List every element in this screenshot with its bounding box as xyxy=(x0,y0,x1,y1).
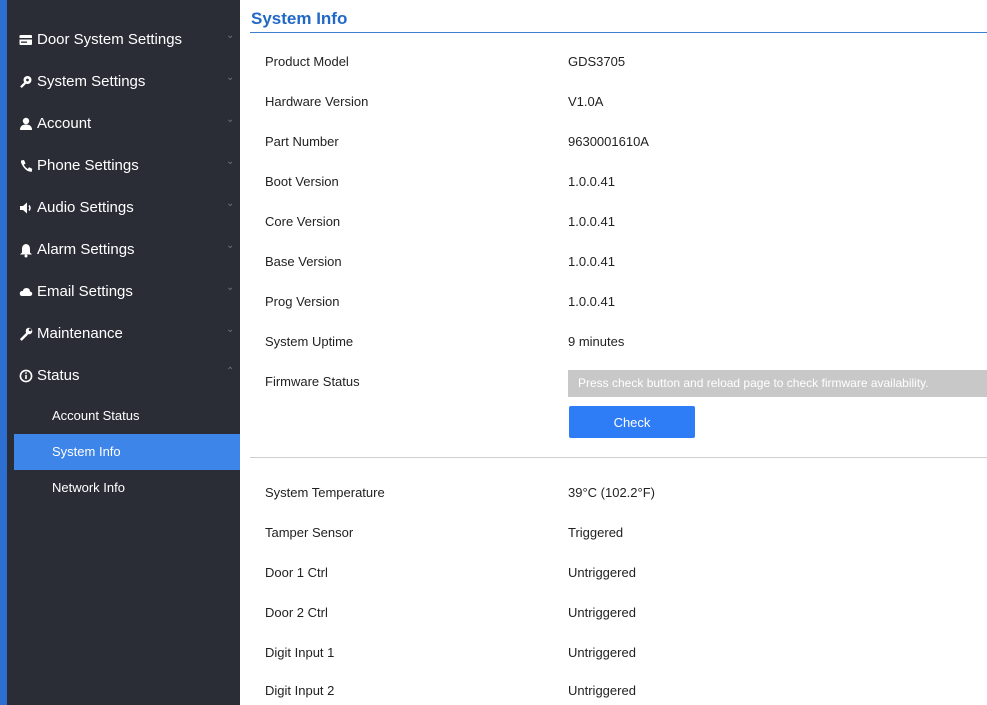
info-label: Prog Version xyxy=(265,294,340,309)
status-label: Digit Input 1 xyxy=(265,645,335,660)
chevron-down-icon: ⌄ xyxy=(226,240,235,251)
status-value: Triggered xyxy=(568,525,624,540)
sidebar-item-label: Door System Settings xyxy=(37,31,183,48)
status-row: Tamper Sensor Triggered xyxy=(265,525,985,545)
info-row: Part Number 9630001610A xyxy=(265,134,985,154)
sidebar-item-label: Alarm Settings xyxy=(37,241,135,258)
status-label: Door 1 Ctrl xyxy=(265,565,328,580)
page-title: System Info xyxy=(251,9,348,28)
status-row: Door 1 Ctrl Untriggered xyxy=(265,565,985,585)
info-label: Boot Version xyxy=(265,174,339,189)
chevron-down-icon: ⌄ xyxy=(226,30,235,41)
cloud-icon xyxy=(19,287,33,296)
user-icon xyxy=(20,117,32,130)
sidebar-item-label: Status xyxy=(37,367,80,384)
sidebar-subitem-label: System Info xyxy=(52,444,121,459)
status-value: Untriggered xyxy=(568,565,636,580)
sidebar: Door System Settings ⌄ System Settings ⌄… xyxy=(0,0,240,705)
status-row: Door 2 Ctrl Untriggered xyxy=(265,605,985,625)
chevron-down-icon: ⌄ xyxy=(226,282,235,293)
info-row: Prog Version 1.0.0.41 xyxy=(265,294,985,314)
status-label: Door 2 Ctrl xyxy=(265,605,328,620)
sidebar-item-label: Email Settings xyxy=(37,283,133,300)
sidebar-item-phone-settings[interactable]: Phone Settings ⌄ xyxy=(14,146,240,188)
sidebar-item-email-settings[interactable]: Email Settings ⌄ xyxy=(14,272,240,314)
card-icon xyxy=(19,35,32,45)
info-row: Base Version 1.0.0.41 xyxy=(265,254,985,274)
sidebar-item-account[interactable]: Account ⌄ xyxy=(14,104,240,146)
info-label: Base Version xyxy=(265,254,342,269)
sidebar-subitem-label: Account Status xyxy=(52,408,140,423)
info-icon xyxy=(19,369,33,383)
check-button[interactable]: Check xyxy=(569,406,695,438)
info-row: System Uptime 9 minutes xyxy=(265,334,985,354)
info-value: 1.0.0.41 xyxy=(568,174,615,189)
firmware-status-text: Press check button and reload page to ch… xyxy=(578,376,929,390)
sidebar-item-audio-settings[interactable]: Audio Settings ⌄ xyxy=(14,188,240,230)
chevron-down-icon: ⌄ xyxy=(226,198,235,209)
status-label: Tamper Sensor xyxy=(265,525,354,540)
sidebar-item-label: Audio Settings xyxy=(37,199,134,216)
info-value: 9 minutes xyxy=(568,334,625,349)
info-label: Hardware Version xyxy=(265,94,369,109)
sidebar-item-system-settings[interactable]: System Settings ⌄ xyxy=(14,62,240,104)
page-title-bar: System Info xyxy=(250,8,987,33)
firmware-status-notice: Press check button and reload page to ch… xyxy=(568,370,987,397)
info-row: Product Model GDS3705 xyxy=(265,54,985,74)
info-value: GDS3705 xyxy=(568,54,626,69)
info-label: Firmware Status xyxy=(265,374,360,389)
info-label: System Uptime xyxy=(265,334,354,349)
sidebar-item-alarm-settings[interactable]: Alarm Settings ⌄ xyxy=(14,230,240,272)
sidebar-item-maintenance[interactable]: Maintenance ⌄ xyxy=(14,314,240,356)
sidebar-subitem-network-info[interactable]: Network Info xyxy=(14,470,240,506)
section-divider xyxy=(250,457,987,458)
sidebar-item-label: Account xyxy=(37,115,92,132)
info-row: Core Version 1.0.0.41 xyxy=(265,214,985,234)
chevron-up-icon: ⌃ xyxy=(226,366,235,377)
status-row: Digit Input 1 Untriggered xyxy=(265,645,985,665)
chevron-down-icon: ⌄ xyxy=(226,324,235,335)
sidebar-subitem-system-info[interactable]: System Info xyxy=(14,434,240,470)
status-value: Untriggered xyxy=(568,605,636,620)
sidebar-item-label: Phone Settings xyxy=(37,157,139,174)
info-row: Boot Version 1.0.0.41 xyxy=(265,174,985,194)
wrench-key-icon xyxy=(20,76,32,88)
info-label: Product Model xyxy=(265,54,349,69)
info-value: V1.0A xyxy=(568,94,604,109)
status-label: System Temperature xyxy=(265,485,385,500)
sidebar-subitem-label: Network Info xyxy=(52,480,125,495)
info-value: 9630001610A xyxy=(568,134,649,149)
status-row: Digit Input 2 Untriggered xyxy=(265,683,985,703)
sidebar-item-label: Maintenance xyxy=(37,325,123,342)
chevron-down-icon: ⌄ xyxy=(226,72,235,83)
info-value: 1.0.0.41 xyxy=(568,214,615,229)
chevron-down-icon: ⌄ xyxy=(226,114,235,125)
sidebar-item-label: System Settings xyxy=(37,73,146,90)
sidebar-item-door-system-settings[interactable]: Door System Settings ⌄ xyxy=(14,20,240,62)
status-row: System Temperature 39°C (102.2°F) xyxy=(265,485,985,505)
sidebar-subitem-account-status[interactable]: Account Status xyxy=(14,398,240,434)
status-value: Untriggered xyxy=(568,683,636,698)
sidebar-item-status[interactable]: Status ⌃ xyxy=(14,356,240,398)
bell-icon xyxy=(20,244,32,258)
status-value: Untriggered xyxy=(568,645,636,660)
info-row: Hardware Version V1.0A xyxy=(265,94,985,114)
speaker-icon xyxy=(20,202,31,214)
status-label: Digit Input 2 xyxy=(265,683,335,698)
chevron-down-icon: ⌄ xyxy=(226,156,235,167)
phone-icon xyxy=(21,160,33,172)
info-label: Core Version xyxy=(265,214,341,229)
info-label: Part Number xyxy=(265,134,339,149)
info-value: 1.0.0.41 xyxy=(568,254,615,269)
wrench-icon xyxy=(19,327,33,341)
status-value: 39°C (102.2°F) xyxy=(568,485,655,500)
info-value: 1.0.0.41 xyxy=(568,294,615,309)
